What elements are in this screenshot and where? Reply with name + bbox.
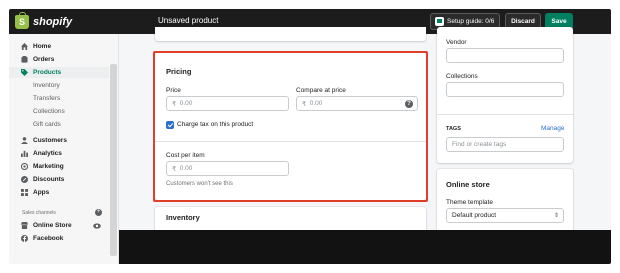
sidebar-item-label: Marketing — [33, 163, 64, 170]
tag-icon — [21, 69, 28, 76]
sidebar-item-collections[interactable]: Collections — [9, 106, 109, 117]
sidebar-item-customers[interactable]: Customers — [9, 135, 109, 146]
organization-card: Vendor Collections TAGS Manage Find or c… — [437, 27, 573, 163]
sidebar-item-marketing[interactable]: Marketing — [9, 161, 109, 172]
sidebar-item-label: Home — [33, 43, 52, 50]
eye-icon[interactable] — [93, 222, 101, 229]
store-icon — [21, 222, 28, 229]
sales-channels-heading: Sales channels — [22, 210, 56, 216]
sidebar: Home Orders Products Inventory Transfers… — [9, 34, 119, 264]
sidebar-item-inventory[interactable]: Inventory — [9, 80, 109, 91]
sidebar-item-online-store[interactable]: Online Store — [9, 220, 109, 231]
sidebar-item-orders[interactable]: Orders — [9, 54, 109, 65]
app-window: S shopify Unsaved product Setup guide: 0… — [9, 9, 611, 264]
shopify-logo[interactable]: S shopify — [15, 11, 73, 29]
sidebar-item-label: Analytics — [33, 150, 62, 157]
person-icon — [21, 137, 28, 144]
sidebar-item-transfers[interactable]: Transfers — [9, 93, 109, 104]
tags-input[interactable]: Find or create tags — [446, 137, 564, 152]
sidebar-item-products[interactable]: Products — [9, 67, 109, 78]
shopify-bag-icon: S — [15, 11, 29, 29]
sidebar-item-gift-cards[interactable]: Gift cards — [9, 119, 109, 130]
organization-divider — [437, 114, 573, 115]
facebook-icon — [21, 235, 28, 242]
tags-heading: TAGS — [446, 126, 461, 132]
collections-label: Collections — [446, 73, 478, 80]
sidebar-item-label: Customers — [33, 137, 67, 144]
bottom-overlay — [119, 230, 611, 264]
vendor-input[interactable] — [446, 48, 564, 63]
sidebar-item-analytics[interactable]: Analytics — [9, 148, 109, 159]
sidebar-item-label: Collections — [33, 108, 65, 115]
add-channel-icon[interactable]: + — [95, 209, 102, 216]
sidebar-item-label: Orders — [33, 56, 55, 63]
theme-template-select[interactable]: Default product ⇕ — [446, 208, 564, 223]
sidebar-item-label: Products — [33, 69, 62, 76]
bar-chart-icon — [21, 150, 28, 157]
media-card-bottom — [155, 27, 426, 41]
target-icon — [21, 163, 28, 170]
highlight-box — [153, 51, 428, 202]
theme-template-label: Theme template — [446, 199, 493, 206]
home-icon — [21, 43, 28, 50]
theme-template-value: Default product — [452, 212, 497, 219]
sidebar-item-facebook[interactable]: Facebook — [9, 233, 109, 244]
inventory-title: Inventory — [166, 213, 200, 222]
sidebar-item-label: Gift cards — [33, 121, 61, 128]
sidebar-item-label: Transfers — [33, 95, 61, 102]
page-title: Unsaved product — [158, 16, 219, 25]
sidebar-item-label: Online Store — [33, 222, 72, 229]
apps-icon — [21, 189, 28, 196]
discount-icon — [21, 176, 28, 183]
sidebar-item-apps[interactable]: Apps — [9, 187, 109, 198]
sidebar-scrollbar[interactable] — [110, 64, 117, 256]
brand-name: shopify — [33, 15, 73, 28]
orders-icon — [21, 56, 28, 63]
sidebar-item-label: Apps — [33, 189, 50, 196]
flag-icon — [435, 17, 444, 26]
setup-guide-label: Setup guide: 0/6 — [447, 18, 495, 25]
sidebar-item-label: Facebook — [33, 235, 64, 242]
tags-manage-link[interactable]: Manage — [541, 125, 565, 132]
collections-input[interactable] — [446, 82, 564, 97]
online-store-title: Online store — [446, 180, 490, 189]
sidebar-item-home[interactable]: Home — [9, 41, 109, 52]
vendor-label: Vendor — [446, 39, 467, 46]
tags-placeholder: Find or create tags — [452, 141, 507, 148]
sidebar-item-label: Inventory — [33, 82, 60, 89]
sidebar-item-label: Discounts — [33, 176, 65, 183]
select-arrows-icon: ⇕ — [554, 213, 560, 219]
sidebar-item-discounts[interactable]: Discounts — [9, 174, 109, 185]
